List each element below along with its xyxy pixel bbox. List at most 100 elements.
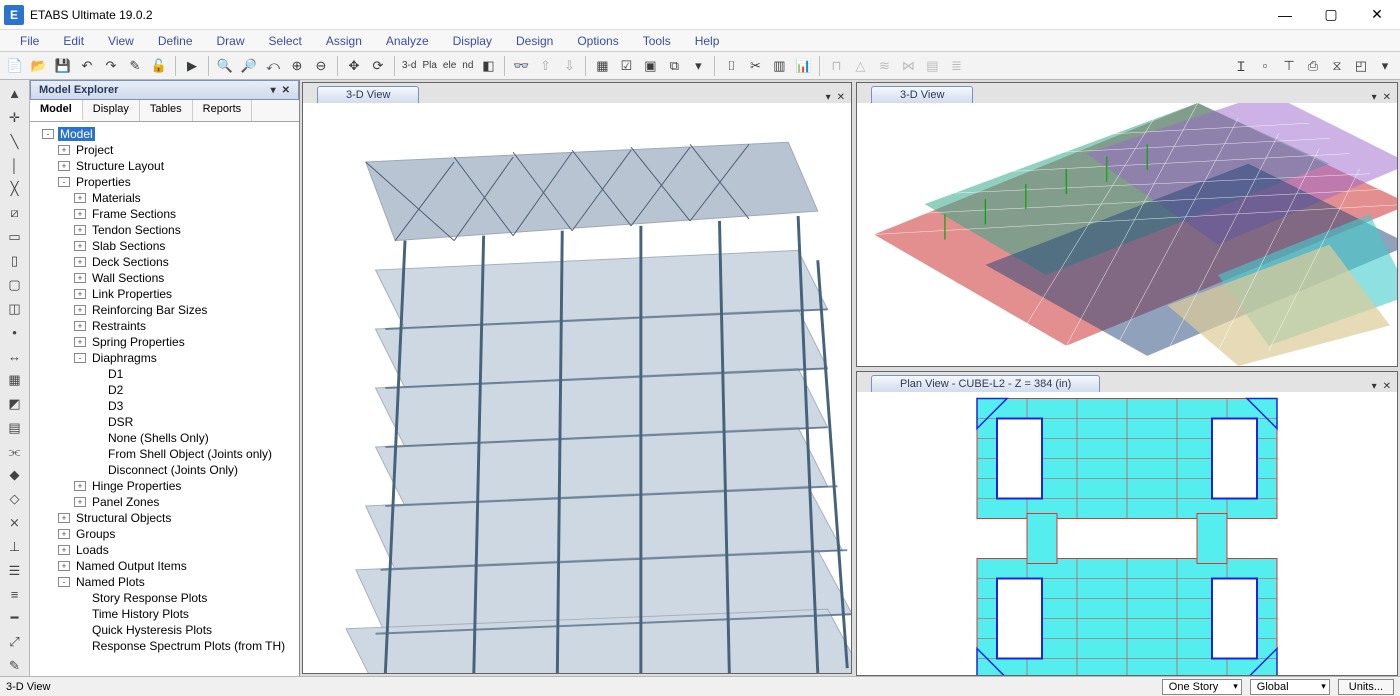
view-close-icon[interactable]: ✕ <box>837 92 845 103</box>
up-story-icon[interactable]: ⇧ <box>534 55 556 77</box>
close-button[interactable]: ✕ <box>1354 0 1400 30</box>
draw-dimension-icon[interactable]: ↔ <box>4 346 26 366</box>
zoom-in-icon[interactable]: ⊕ <box>286 55 308 77</box>
grid-icon[interactable]: ▥ <box>768 55 790 77</box>
reshape-icon[interactable]: ✛ <box>4 108 26 128</box>
draw-slab-icon[interactable]: ▤ <box>4 418 26 438</box>
edit-icon[interactable]: ✎ <box>4 656 26 676</box>
coords-dropdown[interactable]: Global <box>1250 679 1330 695</box>
zoom-extents-icon[interactable]: 🔎 <box>238 55 260 77</box>
tree-item[interactable]: -Model <box>32 126 297 142</box>
tree-toggle-icon[interactable]: - <box>42 129 54 139</box>
maximize-button[interactable]: ▢ <box>1308 0 1354 30</box>
view-tab-left[interactable]: 3-D View <box>317 86 419 103</box>
report-icon[interactable]: ≣ <box>945 55 967 77</box>
design-composite-icon[interactable]: ⊤ <box>1278 55 1300 77</box>
show-shells-icon[interactable]: ▣ <box>639 55 661 77</box>
draw-secondary-icon[interactable]: ⧄ <box>4 203 26 223</box>
tree-item[interactable]: +Spring Properties <box>32 334 297 350</box>
tree-item[interactable]: +Structural Objects <box>32 510 297 526</box>
frame-assign-icon[interactable]: ⊓ <box>825 55 847 77</box>
similar-stories-icon[interactable]: ≡ <box>4 585 26 605</box>
tree-toggle-icon[interactable]: + <box>74 209 86 219</box>
tree-item[interactable]: D1 <box>32 366 297 382</box>
view-close-icon[interactable]: ✕ <box>1383 92 1391 103</box>
table-icon[interactable]: ▤ <box>921 55 943 77</box>
section-cut-icon[interactable]: ✂ <box>744 55 766 77</box>
save-icon[interactable]: 💾 <box>52 55 74 77</box>
draw-joint-icon[interactable]: • <box>4 322 26 342</box>
design-settings-icon[interactable]: ▾ <box>1374 55 1396 77</box>
tree-toggle-icon[interactable]: - <box>58 577 70 587</box>
panel-close-icon[interactable]: ✕ <box>282 85 290 96</box>
joint-assign-icon[interactable]: ⋈ <box>897 55 919 77</box>
zoom-window-icon[interactable]: 🔍 <box>214 55 236 77</box>
tab-model[interactable]: Model <box>30 100 83 121</box>
viewport-left-3d[interactable]: 3-D View ▾✕ <box>302 82 852 674</box>
tree-item[interactable]: Quick Hysteresis Plots <box>32 622 297 638</box>
extrude-icon[interactable]: ⤢ <box>4 632 26 652</box>
tree-toggle-icon[interactable]: - <box>58 177 70 187</box>
undo-icon[interactable]: ↶ <box>76 55 98 77</box>
menu-select[interactable]: Select <box>257 32 314 50</box>
tree-item[interactable]: -Properties <box>32 174 297 190</box>
tree-item[interactable]: +Frame Sections <box>32 206 297 222</box>
design-slab-icon[interactable]: ◰ <box>1350 55 1372 77</box>
tree-toggle-icon[interactable]: + <box>74 225 86 235</box>
tree-toggle-icon[interactable]: + <box>58 513 70 523</box>
tree-toggle-icon[interactable]: + <box>58 561 70 571</box>
draw-column-icon[interactable]: │ <box>4 156 26 176</box>
minimize-button[interactable]: — <box>1262 0 1308 30</box>
menu-display[interactable]: Display <box>441 32 504 50</box>
canvas-right-top[interactable] <box>857 103 1397 366</box>
tree-toggle-icon[interactable]: + <box>74 481 86 491</box>
view-dropdown-icon[interactable]: ▾ <box>1372 381 1377 392</box>
view-tab-right-bottom[interactable]: Plan View - CUBE-L2 - Z = 384 (in) <box>871 375 1100 392</box>
tree-item[interactable]: Time History Plots <box>32 606 297 622</box>
all-stories-icon[interactable]: ☰ <box>4 561 26 581</box>
menu-help[interactable]: Help <box>683 32 732 50</box>
shell-assign-icon[interactable]: △ <box>849 55 871 77</box>
one-story-icon[interactable]: ━ <box>4 609 26 629</box>
tree-item[interactable]: +Materials <box>32 190 297 206</box>
story-dropdown[interactable]: One Story <box>1162 679 1242 695</box>
menu-draw[interactable]: Draw <box>205 32 257 50</box>
tree-item[interactable]: +Project <box>32 142 297 158</box>
draw-beam-icon[interactable]: ╲ <box>4 132 26 152</box>
tree-item[interactable]: D3 <box>32 398 297 414</box>
menu-edit[interactable]: Edit <box>51 32 96 50</box>
draw-floor-icon[interactable]: ▭ <box>4 227 26 247</box>
snap-perpendicular-icon[interactable]: ⊥ <box>4 537 26 557</box>
tree-toggle-icon[interactable]: + <box>74 289 86 299</box>
tree-item[interactable]: +Slab Sections <box>32 238 297 254</box>
tree-item[interactable]: +Deck Sections <box>32 254 297 270</box>
tree-item[interactable]: None (Shells Only) <box>32 430 297 446</box>
tree-toggle-icon[interactable]: + <box>74 257 86 267</box>
menu-assign[interactable]: Assign <box>314 32 374 50</box>
object-view-icon[interactable]: 👓 <box>510 55 532 77</box>
tree-toggle-icon[interactable]: + <box>74 241 86 251</box>
tree-toggle-icon[interactable]: + <box>58 545 70 555</box>
view-3d-button[interactable]: 3-d <box>400 60 418 71</box>
view-dropdown-icon[interactable]: ▾ <box>1372 92 1377 103</box>
tree-item[interactable]: +Tendon Sections <box>32 222 297 238</box>
canvas-right-bottom[interactable] <box>857 392 1397 675</box>
zoom-out-icon[interactable]: ⊖ <box>310 55 332 77</box>
tree-item[interactable]: +Structure Layout <box>32 158 297 174</box>
perspective-icon[interactable]: ◧ <box>477 55 499 77</box>
tree-item[interactable]: +Named Output Items <box>32 558 297 574</box>
tree-item[interactable]: +Groups <box>32 526 297 542</box>
tree-item[interactable]: Disconnect (Joints Only) <box>32 462 297 478</box>
tree-item[interactable]: +Hinge Properties <box>32 478 297 494</box>
design-steel-icon[interactable]: Ｉ <box>1230 55 1252 77</box>
tree-item[interactable]: Story Response Plots <box>32 590 297 606</box>
dropdown-icon[interactable]: ▾ <box>687 55 709 77</box>
pointer-icon[interactable]: ▲ <box>4 84 26 104</box>
view-close-icon[interactable]: ✕ <box>1383 381 1391 392</box>
menu-tools[interactable]: Tools <box>631 32 683 50</box>
draw-brace-icon[interactable]: ╳ <box>4 179 26 199</box>
tree-item[interactable]: +Wall Sections <box>32 270 297 286</box>
view-tab-right-top[interactable]: 3-D View <box>871 86 973 103</box>
refresh-icon[interactable]: ✎ <box>124 55 146 77</box>
tree-item[interactable]: -Diaphragms <box>32 350 297 366</box>
